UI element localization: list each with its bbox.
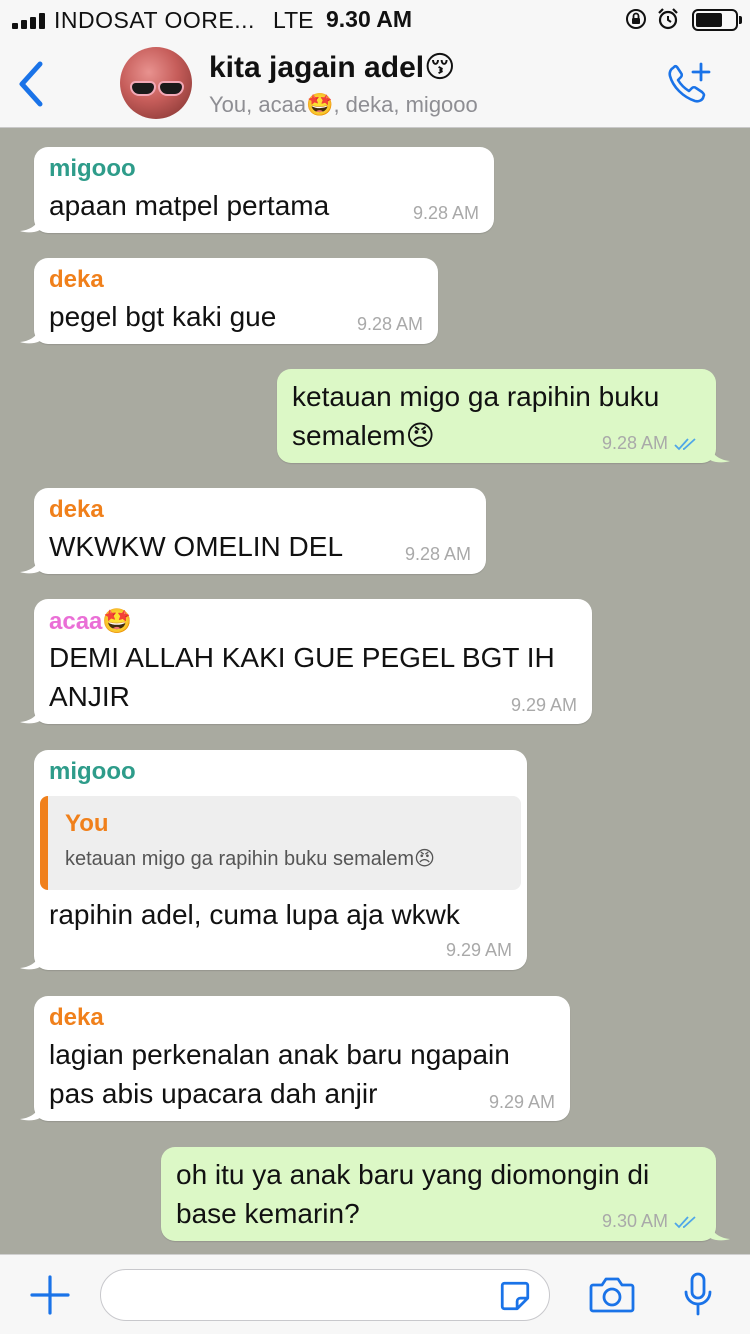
- message-text: WKWKW OMELIN DEL: [49, 531, 344, 562]
- message-time: 9.30 AM: [601, 1211, 668, 1231]
- status-icons: [618, 7, 742, 33]
- message-text: DEMI ALLAH KAKI GUE PEGEL BGT IH: [49, 642, 555, 673]
- message-bubble-reply[interactable]: migooo You ketauan migo ga rapihin buku …: [20, 750, 527, 970]
- sender-name: migooo: [49, 155, 136, 182]
- plus-icon[interactable]: [30, 1275, 70, 1315]
- add-call-icon[interactable]: [664, 60, 712, 108]
- sticker-icon[interactable]: [498, 1279, 532, 1313]
- bubble-tail: [20, 554, 40, 574]
- chevron-left-icon[interactable]: [12, 60, 52, 108]
- microphone-icon[interactable]: [683, 1272, 713, 1316]
- group-avatar[interactable]: [120, 47, 192, 119]
- message-bubble[interactable]: deka pegel bgt kaki gue 9.28 AM: [20, 258, 438, 344]
- bubble-tail: [710, 1221, 730, 1241]
- message-text: lagian perkenalan anak baru ngapain: [49, 1039, 510, 1070]
- message-time: 9.29 AM: [445, 940, 512, 960]
- alarm-icon: [658, 8, 678, 30]
- message-text: pegel bgt kaki gue: [49, 301, 277, 332]
- bubble-tail: [20, 213, 40, 233]
- read-receipt-icon: [674, 438, 696, 451]
- sender-name: migooo: [49, 758, 136, 785]
- bubble-tail: [20, 704, 40, 724]
- quote-text: ketauan migo ga rapihin buku semalem😠: [65, 848, 435, 870]
- message-input[interactable]: [100, 1269, 550, 1321]
- network-type: LTE: [273, 7, 314, 33]
- group-members[interactable]: You, acaa🤩, deka, migooo: [209, 92, 478, 118]
- quote-author: You: [65, 810, 109, 837]
- message-text: ketauan migo ga rapihin buku: [292, 381, 660, 412]
- message-bubble[interactable]: migooo apaan matpel pertama 9.28 AM: [20, 147, 494, 233]
- message-bubble[interactable]: acaa🤩 DEMI ALLAH KAKI GUE PEGEL BGT IH A…: [20, 599, 592, 724]
- carrier-name: INDOSAT OORE...: [54, 7, 255, 33]
- bubble-tail: [20, 950, 40, 970]
- group-title[interactable]: kita jagain adel😚: [209, 50, 455, 85]
- quote-accent-bar: [40, 796, 48, 890]
- message-text: oh itu ya anak baru yang diomongin di: [176, 1159, 650, 1190]
- bubble-tail: [20, 1101, 40, 1121]
- message-time: 9.28 AM: [601, 433, 668, 453]
- input-bar: [0, 1254, 750, 1334]
- message-text: apaan matpel pertama: [49, 190, 330, 221]
- message-text: rapihin adel, cuma lupa aja wkwk: [49, 899, 460, 930]
- message-text: pas abis upacara dah anjir: [49, 1078, 378, 1109]
- message-bubble[interactable]: deka lagian perkenalan anak baru ngapain…: [20, 996, 570, 1121]
- read-receipt-icon: [674, 1216, 696, 1229]
- message-bubble[interactable]: deka WKWKW OMELIN DEL 9.28 AM: [20, 488, 486, 574]
- bubble-tail: [20, 324, 40, 344]
- signal-icon: [12, 13, 50, 29]
- sender-name: deka: [49, 266, 104, 293]
- message-time: 9.28 AM: [404, 544, 471, 564]
- status-time: 9.30 AM: [326, 6, 413, 32]
- bubble-tail: [710, 443, 730, 463]
- sender-name: deka: [49, 496, 104, 523]
- orientation-lock-icon: [626, 9, 646, 29]
- battery-icon: [692, 9, 742, 31]
- message-time: 9.29 AM: [510, 695, 577, 715]
- sender-name: deka: [49, 1004, 104, 1031]
- message-list[interactable]: migooo apaan matpel pertama 9.28 AM deka…: [0, 128, 750, 1254]
- message-bubble-outgoing[interactable]: oh itu ya anak baru yang diomongin di ba…: [161, 1147, 730, 1241]
- status-bar: INDOSAT OORE... LTE 9.30 AM: [0, 0, 750, 40]
- message-text: semalem😠: [292, 420, 435, 451]
- message-time: 9.28 AM: [412, 203, 479, 223]
- message-bubble-outgoing[interactable]: ketauan migo ga rapihin buku semalem😠 9.…: [277, 369, 730, 463]
- chat-header: kita jagain adel😚 You, acaa🤩, deka, migo…: [0, 40, 750, 128]
- message-time: 9.29 AM: [488, 1092, 555, 1112]
- message-text: ANJIR: [49, 681, 130, 712]
- camera-icon[interactable]: [589, 1276, 635, 1314]
- message-text: base kemarin?: [176, 1198, 360, 1229]
- sender-name: acaa🤩: [49, 608, 133, 635]
- quoted-message[interactable]: You ketauan migo ga rapihin buku semalem…: [40, 796, 521, 890]
- message-time: 9.28 AM: [356, 314, 423, 334]
